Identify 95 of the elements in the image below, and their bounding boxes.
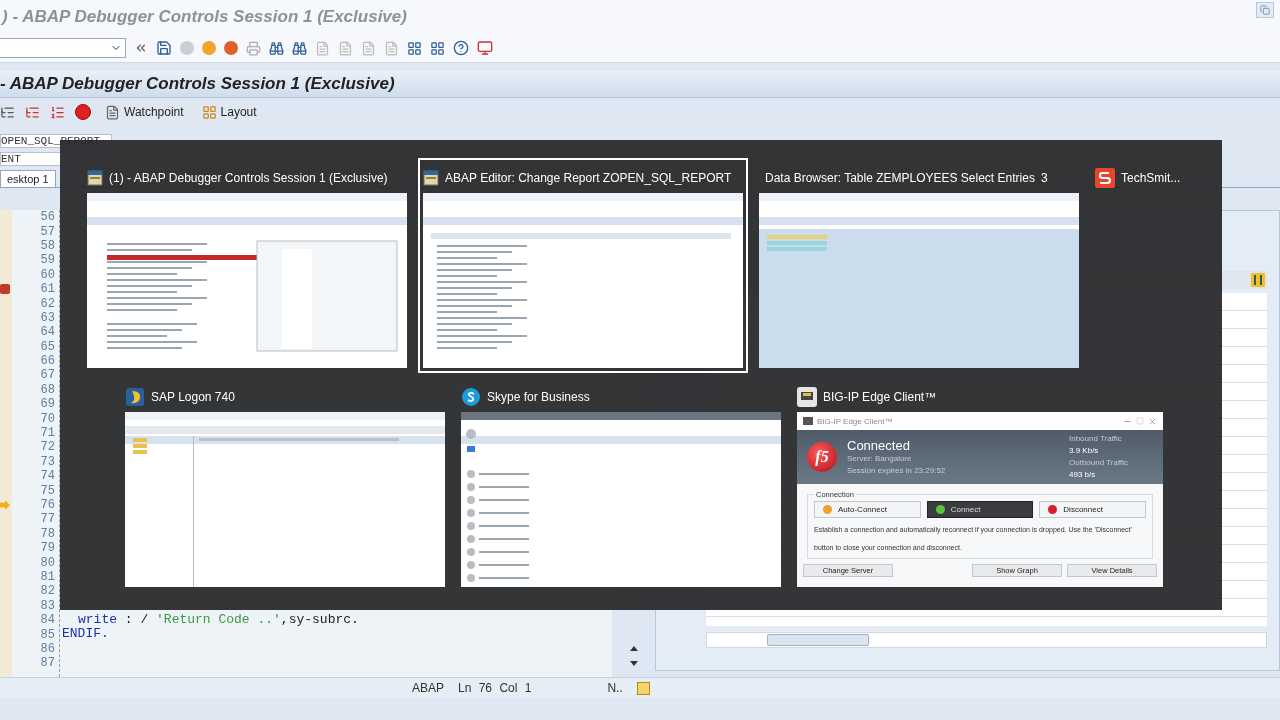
session-expiry: Session expires in 23:29:52 bbox=[847, 464, 947, 477]
window-icon bbox=[423, 170, 439, 186]
line-number: 60 bbox=[39, 267, 56, 282]
line-number: 65 bbox=[39, 339, 56, 354]
line-number: 74 bbox=[39, 469, 56, 484]
window-title: Skype for Business bbox=[487, 390, 590, 404]
window-title: ABAP Editor: Change Report ZOPEN_SQL_REPORT bbox=[445, 171, 732, 185]
code-line: ENDIF. bbox=[61, 627, 110, 642]
line-number: 61 bbox=[0, 281, 59, 297]
line-number: 81 bbox=[39, 569, 56, 585]
window-title: SAP Logon 740 bbox=[151, 390, 235, 404]
connection-mode-button[interactable]: Connect bbox=[926, 501, 1034, 518]
window-title: TechSmit... bbox=[1121, 171, 1181, 185]
traffic-label: Outbound Traffic bbox=[1069, 457, 1129, 469]
list-icon[interactable] bbox=[25, 104, 40, 120]
connection-mode-button[interactable]: Disconnect bbox=[1039, 501, 1146, 518]
task-switcher-item[interactable]: Data Browser: Table ZEMPLOYEES Select Entries 3 bbox=[754, 158, 1084, 373]
command-field[interactable] bbox=[0, 38, 126, 58]
line-number: 85 bbox=[39, 627, 56, 642]
line-number: 63 bbox=[39, 310, 56, 326]
line-number: 71 bbox=[39, 425, 56, 441]
print-icon[interactable] bbox=[246, 40, 261, 56]
line-number: 68 bbox=[39, 382, 56, 398]
line-number: 80 bbox=[39, 555, 56, 570]
toolbar-button[interactable]: Layout bbox=[197, 104, 261, 120]
line-number: 72 bbox=[39, 440, 56, 455]
app-icon bbox=[1095, 168, 1115, 188]
app-icon bbox=[125, 387, 145, 407]
window-title: BIG-IP Edge Client™ bbox=[823, 390, 937, 404]
stop-icon[interactable] bbox=[75, 104, 91, 120]
window-icon[interactable] bbox=[407, 40, 422, 56]
traffic-value: 493 b/s bbox=[1069, 469, 1097, 481]
horizontal-scrollbar[interactable] bbox=[706, 632, 1267, 648]
window-title: ) - ABAP Debugger Controls Session 1 (Exclusive) bbox=[0, 7, 407, 27]
task-switcher-item[interactable]: Skype for Business bbox=[456, 377, 786, 592]
task-switcher-item[interactable]: ABAP Editor: Change Report ZOPEN_SQL_REPORT bbox=[418, 158, 748, 373]
expand-icon[interactable] bbox=[134, 41, 148, 55]
page-icon bbox=[105, 104, 120, 120]
line-number: 86 bbox=[39, 641, 56, 657]
traffic-label: Inbound Traffic bbox=[1069, 433, 1123, 445]
line-number: 87 bbox=[39, 656, 56, 671]
line-number: 67 bbox=[39, 368, 56, 383]
f5-logo: f5 bbox=[807, 442, 837, 472]
connection-mode-button[interactable]: Auto-Connect bbox=[814, 501, 921, 518]
skype-icon bbox=[461, 387, 481, 407]
line-number: 77 bbox=[39, 512, 56, 527]
screen-title: - ABAP Debugger Controls Session 1 (Exclusive) bbox=[0, 74, 395, 94]
breakpoint-icon[interactable] bbox=[0, 284, 10, 295]
line-number: 56 bbox=[39, 210, 56, 225]
monitor-icon[interactable] bbox=[477, 40, 493, 56]
window-title: BIG-IP Edge Client™ bbox=[817, 416, 894, 426]
traffic-value: 3.9 Kb/s bbox=[1069, 445, 1100, 457]
server-name: Server: Bangalore bbox=[847, 452, 913, 465]
cursor-position: Ln 76 Col 1 bbox=[458, 681, 532, 695]
line-number: 84 bbox=[39, 612, 56, 628]
line-number: 73 bbox=[39, 454, 56, 470]
line-number: 59 bbox=[39, 253, 56, 268]
close-icon[interactable] bbox=[1148, 416, 1157, 426]
network-port-icon bbox=[803, 416, 813, 426]
line-number: 75 bbox=[39, 483, 56, 498]
save-icon[interactable] bbox=[156, 40, 172, 56]
line-number: 79 bbox=[39, 541, 56, 556]
binoculars-icon[interactable] bbox=[269, 40, 284, 56]
columns-icon[interactable] bbox=[1251, 273, 1265, 287]
toolbar-button[interactable]: Watchpoint bbox=[101, 104, 188, 120]
line-number: 64 bbox=[39, 325, 56, 340]
status-mode: N.. bbox=[607, 681, 623, 695]
line-number: 76 bbox=[0, 497, 59, 513]
window-title: (1) - ABAP Debugger Controls Session 1 (Exclusive) bbox=[109, 171, 388, 185]
task-switcher-item[interactable]: TechSmit... bbox=[1090, 158, 1222, 198]
help-icon[interactable] bbox=[453, 40, 469, 56]
tab[interactable]: esktop 1 bbox=[0, 170, 56, 187]
line-number: 66 bbox=[39, 353, 56, 369]
window-count: 3 bbox=[1040, 171, 1048, 185]
connection-status: Connected bbox=[847, 437, 911, 453]
line-number: 83 bbox=[39, 598, 56, 613]
window-icon bbox=[87, 170, 103, 186]
line-number: 70 bbox=[39, 411, 56, 426]
code-line: write : / 'Return Code ..',sy-subrc. bbox=[77, 612, 360, 628]
list-icon[interactable] bbox=[0, 104, 15, 120]
network-port-icon bbox=[797, 387, 817, 407]
task-switcher-item[interactable]: SAP Logon 740 bbox=[120, 377, 450, 592]
window-title: Data Browser: Table ZEMPLOYEES Select Entries bbox=[765, 171, 1035, 185]
list-icon[interactable] bbox=[50, 104, 65, 120]
note-icon[interactable] bbox=[636, 681, 650, 695]
layout-icon bbox=[201, 104, 217, 120]
window-icon[interactable] bbox=[430, 40, 445, 56]
line-number: 69 bbox=[39, 397, 56, 412]
binoculars-icon[interactable] bbox=[292, 40, 307, 56]
line-number: 62 bbox=[39, 296, 56, 311]
line-number: 57 bbox=[39, 224, 56, 239]
line-number: 78 bbox=[39, 526, 56, 541]
status-language: ABAP bbox=[412, 681, 444, 695]
line-number: 58 bbox=[39, 238, 56, 254]
line-number: 82 bbox=[39, 584, 56, 599]
